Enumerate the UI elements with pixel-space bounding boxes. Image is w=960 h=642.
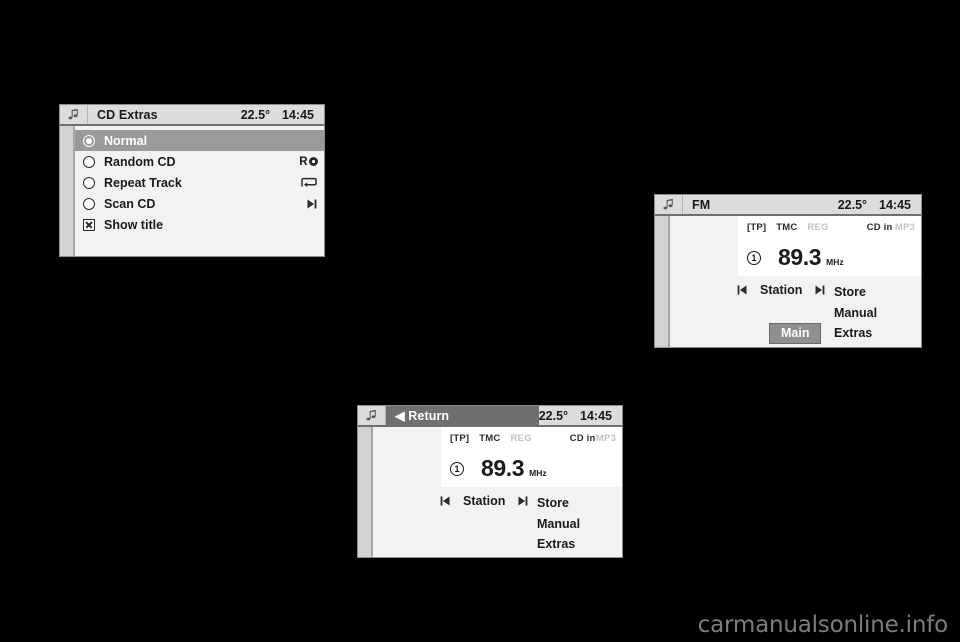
- cd-option-label: Show title: [104, 217, 164, 232]
- music-note-icon: [358, 406, 386, 425]
- preset-number-badge: 1: [450, 461, 464, 476]
- fm-body: [TP] TMC REG CD in MP3 1 89.3 MHz Statio: [655, 216, 921, 347]
- radio-icon-scan-cd[interactable]: [83, 197, 95, 210]
- cd-option-show-title[interactable]: Show title: [75, 214, 324, 235]
- frequency-value: 89.3: [481, 455, 525, 481]
- music-note-glyph: [366, 409, 376, 421]
- flag-mp3: MP3: [894, 222, 915, 233]
- fm-title: FM: [692, 197, 711, 212]
- frequency-unit: MHz: [529, 468, 547, 478]
- cd-option-normal[interactable]: Normal: [75, 130, 324, 151]
- music-note-icon: [60, 105, 88, 124]
- clock-readout: 14:45: [580, 408, 612, 423]
- cd-extras-header: CD Extras 22.5° 14:45: [60, 105, 324, 126]
- flag-cd-in: CD in: [569, 433, 596, 444]
- flag-reg: REG: [510, 433, 532, 444]
- skip-next-glyph: [518, 496, 528, 506]
- skip-next-icon[interactable]: [811, 284, 829, 296]
- fm-menu-column: Store Manual Extras: [834, 282, 877, 344]
- menu-item-extras[interactable]: Extras: [537, 534, 580, 555]
- cd-option-icon-none: [284, 214, 318, 235]
- flag-tp: [TP]: [747, 222, 767, 233]
- radio-icon-random-cd[interactable]: [83, 155, 95, 168]
- clock-readout: 14:45: [879, 197, 911, 212]
- fm-status: 22.5° 14:45: [838, 198, 921, 212]
- left-rail: [358, 427, 373, 557]
- cd-option-random-cd[interactable]: Random CD R: [75, 151, 324, 172]
- skip-previous-icon[interactable]: [733, 284, 751, 296]
- menu-item-manual[interactable]: Manual: [834, 303, 877, 324]
- repeat-icon: [284, 172, 318, 193]
- flag-tmc: TMC: [479, 433, 501, 444]
- temperature-readout: 22.5°: [837, 197, 868, 212]
- fm-status-flags: [TP] TMC REG CD in MP3: [747, 222, 915, 233]
- scan-skip-icon: [284, 193, 318, 214]
- skip-next-icon[interactable]: [514, 495, 532, 507]
- radio-icon-normal[interactable]: [83, 134, 95, 147]
- random-disc-glyph: R: [299, 156, 318, 168]
- return-header: ◀ Return 22.5° 14:45: [358, 406, 622, 427]
- frequency-value: 89.3: [778, 244, 822, 270]
- cd-extras-screen: CD Extras 22.5° 14:45 Normal Random CD R: [59, 104, 325, 257]
- left-rail: [655, 216, 670, 347]
- return-button[interactable]: ◀ Return: [386, 406, 539, 425]
- music-note-glyph: [663, 198, 673, 210]
- cd-option-repeat-track[interactable]: Repeat Track: [75, 172, 324, 193]
- frequency-unit: MHz: [826, 257, 844, 267]
- cd-extras-body: Normal Random CD R Repeat Track Scan CD …: [60, 126, 324, 256]
- return-status-flags: [TP] TMC REG CD in MP3: [450, 433, 616, 444]
- temperature-readout: 22.5°: [240, 107, 271, 122]
- repeat-glyph: [301, 177, 317, 187]
- checkbox-icon-show-title[interactable]: [83, 218, 95, 231]
- skip-next-glyph: [307, 199, 317, 208]
- radio-fm-screen: FM 22.5° 14:45 [TP] TMC REG CD in MP3 1 …: [654, 194, 922, 348]
- flag-cd-in: CD in: [866, 222, 893, 233]
- site-watermark: carmanualsonline.info: [697, 612, 949, 638]
- radio-return-screen: ◀ Return 22.5° 14:45 [TP] TMC REG CD in …: [357, 405, 623, 558]
- skip-previous-icon[interactable]: [436, 495, 454, 507]
- return-status: 22.5° 14:45: [539, 409, 622, 423]
- fm-station-controls: Station: [733, 283, 829, 297]
- radio-icon-repeat-track[interactable]: [83, 176, 95, 189]
- cd-option-scan-cd[interactable]: Scan CD: [75, 193, 324, 214]
- flag-reg: REG: [807, 222, 829, 233]
- fm-frequency-row: 1 89.3 MHz: [747, 246, 844, 269]
- menu-item-store[interactable]: Store: [537, 493, 580, 514]
- station-label: Station: [463, 494, 506, 508]
- random-disc-icon: R: [284, 151, 318, 172]
- return-frequency-row: 1 89.3 MHz: [450, 457, 547, 480]
- cd-option-icon-none: [284, 130, 318, 151]
- menu-item-extras[interactable]: Extras: [834, 323, 877, 344]
- flag-mp3: MP3: [595, 433, 616, 444]
- return-menu-column: Store Manual Extras: [537, 493, 580, 555]
- return-station-controls: Station: [436, 494, 532, 508]
- cd-extras-status: 22.5° 14:45: [241, 108, 324, 122]
- cd-extras-title: CD Extras: [97, 107, 158, 122]
- cd-option-label: Random CD: [104, 154, 176, 169]
- temperature-readout: 22.5°: [538, 408, 569, 423]
- skip-previous-glyph: [440, 496, 450, 506]
- menu-item-store[interactable]: Store: [834, 282, 877, 303]
- main-button[interactable]: Main: [769, 323, 822, 344]
- cd-option-label: Repeat Track: [104, 175, 182, 190]
- flag-tmc: TMC: [776, 222, 798, 233]
- music-note-glyph: [68, 108, 78, 120]
- skip-next-glyph: [815, 285, 825, 295]
- station-label: Station: [760, 283, 803, 297]
- return-radio-content: [TP] TMC REG CD in MP3 1 89.3 MHz Statio: [373, 427, 622, 557]
- flag-tp: [TP]: [450, 433, 470, 444]
- fm-radio-content: [TP] TMC REG CD in MP3 1 89.3 MHz Statio: [670, 216, 921, 347]
- cd-option-label: Normal: [104, 133, 148, 148]
- menu-item-manual[interactable]: Manual: [537, 514, 580, 535]
- preset-number-badge: 1: [747, 250, 761, 265]
- fm-header: FM 22.5° 14:45: [655, 195, 921, 216]
- clock-readout: 14:45: [282, 107, 314, 122]
- cd-extras-options-list: Normal Random CD R Repeat Track Scan CD …: [75, 126, 324, 256]
- music-note-icon: [655, 195, 683, 214]
- skip-previous-glyph: [737, 285, 747, 295]
- left-rail: [60, 126, 75, 256]
- return-body: [TP] TMC REG CD in MP3 1 89.3 MHz Statio: [358, 427, 622, 557]
- cd-option-label: Scan CD: [104, 196, 156, 211]
